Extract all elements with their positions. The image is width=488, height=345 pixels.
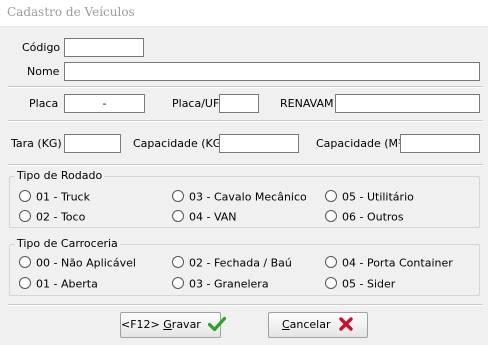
capacidade-m3-label: Capacidade (M³) — [316, 137, 407, 150]
placa-uf-field[interactable] — [219, 94, 259, 113]
radio-circle[interactable] — [172, 256, 184, 268]
separator — [8, 304, 483, 306]
cancelar-button[interactable]: Cancelar — [268, 312, 368, 338]
radio-label: 02 - Toco — [36, 210, 86, 224]
radio-circle[interactable] — [172, 190, 184, 202]
radio-carroceria-01-aberta[interactable]: 01 - Aberta — [19, 277, 98, 291]
renavam-label: RENAVAM — [280, 97, 334, 110]
radio-circle[interactable] — [172, 210, 184, 222]
nome-label: Nome — [27, 65, 60, 78]
radio-label: 06 - Outros — [342, 210, 404, 224]
cancelar-label: ancelar — [289, 318, 331, 331]
gravar-button[interactable]: <F12> Gravar — [120, 312, 227, 338]
capacidade-kg-label: Capacidade (KG) — [133, 137, 226, 150]
capacidade-m3-field[interactable] — [400, 134, 480, 153]
radio-circle[interactable] — [172, 277, 184, 289]
radio-carroceria-05-sider[interactable]: 05 - Sider — [325, 277, 395, 291]
tipo-carroceria-title: Tipo de Carroceria — [15, 237, 120, 250]
radio-circle[interactable] — [325, 277, 337, 289]
radio-label: 05 - Utilitário — [342, 190, 414, 204]
radio-carroceria-04-porta-container[interactable]: 04 - Porta Container — [325, 256, 453, 270]
radio-rodado-03-cavalo-mecanico[interactable]: 03 - Cavalo Mecânico — [172, 190, 307, 204]
tipo-rodado-title: Tipo de Rodado — [15, 169, 105, 182]
radio-circle[interactable] — [19, 210, 31, 222]
radio-label: 04 - Porta Container — [342, 256, 453, 270]
cancelar-mnemonic: C — [281, 318, 290, 331]
radio-label: 04 - VAN — [189, 210, 237, 224]
check-icon — [208, 316, 227, 332]
radio-circle[interactable] — [19, 190, 31, 202]
radio-label: 03 - Granelera — [189, 277, 269, 291]
radio-rodado-06-outros[interactable]: 06 - Outros — [325, 210, 404, 224]
radio-rodado-01-truck[interactable]: 01 - Truck — [19, 190, 90, 204]
capacidade-kg-field[interactable] — [219, 134, 299, 153]
radio-label: 02 - Fechada / Baú — [189, 256, 292, 270]
tara-label: Tara (KG) — [11, 137, 62, 150]
codigo-field[interactable] — [64, 38, 144, 57]
radio-carroceria-02-fechada-bau[interactable]: 02 - Fechada / Baú — [172, 256, 292, 270]
radio-rodado-05-utilitario[interactable]: 05 - Utilitário — [325, 190, 414, 204]
separator — [8, 86, 483, 88]
radio-circle[interactable] — [325, 190, 337, 202]
radio-carroceria-03-granelera[interactable]: 03 - Granelera — [172, 277, 269, 291]
radio-carroceria-00-nao-aplicavel[interactable]: 00 - Não Aplicável — [19, 256, 136, 270]
placa-uf-label: Placa/UF — [172, 97, 220, 110]
tara-field[interactable] — [64, 134, 121, 153]
separator — [8, 164, 483, 166]
radio-label: 01 - Aberta — [36, 277, 98, 291]
title-bar: Cadastro de Veículos — [0, 0, 488, 27]
radio-rodado-02-toco[interactable]: 02 - Toco — [19, 210, 85, 224]
radio-label: 00 - Não Aplicável — [36, 256, 136, 270]
renavam-field[interactable] — [335, 94, 480, 113]
separator — [8, 120, 483, 122]
codigo-label: Código — [22, 41, 61, 54]
gravar-shortcut-label: <F12> — [121, 318, 164, 331]
radio-circle[interactable] — [325, 210, 337, 222]
gravar-mnemonic: G — [163, 318, 172, 331]
placa-label: Placa — [29, 97, 59, 110]
radio-label: 01 - Truck — [36, 190, 90, 204]
radio-circle[interactable] — [325, 256, 337, 268]
nome-field[interactable] — [64, 62, 480, 81]
radio-circle[interactable] — [19, 256, 31, 268]
window-title: Cadastro de Veículos — [7, 5, 135, 19]
radio-label: 05 - Sider — [342, 277, 396, 291]
radio-label: 03 - Cavalo Mecânico — [189, 190, 307, 204]
gravar-label: ravar — [171, 318, 201, 331]
radio-rodado-04-van[interactable]: 04 - VAN — [172, 210, 237, 224]
x-icon — [339, 317, 353, 331]
radio-circle[interactable] — [19, 277, 31, 289]
placa-field[interactable] — [64, 94, 145, 113]
